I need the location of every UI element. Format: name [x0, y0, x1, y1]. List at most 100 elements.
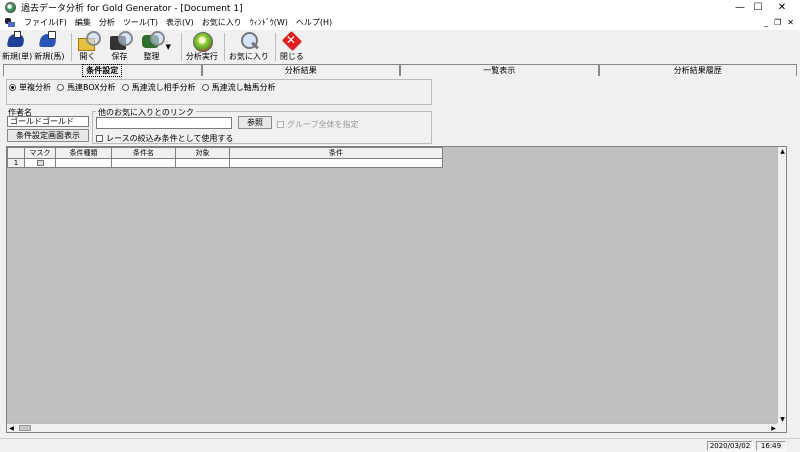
grid-header-condition-type[interactable]: 条件種類	[55, 147, 112, 159]
radio-quinella-partner-label: 馬連流し相手分析	[131, 83, 196, 92]
new-single-button[interactable]: 新規(単)	[2, 30, 32, 64]
menu-analysis[interactable]: 分析	[95, 17, 119, 28]
mdi-restore-button[interactable]: ❐	[774, 18, 781, 27]
radio-single-place[interactable]: 単複分析	[9, 82, 51, 93]
condition-cell[interactable]	[229, 158, 443, 168]
horse-single-icon	[5, 30, 29, 50]
title-bar: 過去データ分析 for Gold Generator - [Document 1…	[0, 0, 800, 15]
run-analysis-button[interactable]: 分析実行	[186, 30, 218, 64]
radio-quinella-partner[interactable]: 馬連流し相手分析	[121, 82, 196, 93]
vertical-scrollbar[interactable]: ▲ ▼	[777, 147, 786, 424]
radio-quinella-box[interactable]: 馬連BOX分析	[57, 82, 116, 93]
radio-dot	[57, 84, 64, 91]
table-row[interactable]: 1	[7, 158, 443, 168]
toolbar-separator	[70, 33, 72, 61]
open-button[interactable]: 開く	[76, 30, 101, 64]
grid-header-target[interactable]: 対象	[175, 147, 230, 159]
menu-favorites[interactable]: お気に入り	[198, 17, 246, 28]
radio-quinella-axis-label: 馬連流し軸馬分析	[211, 83, 276, 92]
conditions-grid: マスク 条件種類 条件名 対象 条件 1	[7, 147, 443, 168]
save-button[interactable]: 保存	[108, 30, 133, 64]
menu-tools[interactable]: ツール(T)	[119, 17, 162, 28]
use-as-filter-label: レースの絞込み条件として使用する	[106, 134, 234, 143]
menu-bar: ファイル(F) 編集 分析 ツール(T) 表示(V) お気に入り ｳｨﾝﾄﾞｳ(…	[0, 15, 800, 30]
favorites-button[interactable]: お気に入り	[229, 30, 269, 64]
organize-icon	[140, 30, 165, 50]
close-icon	[280, 30, 304, 50]
grid-corner-header	[7, 147, 25, 159]
grid-header-mask[interactable]: マスク	[24, 147, 56, 159]
mdi-minimize-button[interactable]: _	[764, 18, 768, 27]
tab-results-label: 分析結果	[284, 66, 317, 75]
tab-conditions-label: 条件設定	[82, 64, 123, 77]
close-document-button[interactable]: 閉じる	[280, 30, 304, 64]
mdi-close-button[interactable]: ✕	[787, 18, 794, 27]
tab-list-label: 一覧表示	[483, 66, 516, 75]
horizontal-scrollbar[interactable]: ◀ ▶	[7, 423, 778, 432]
mask-cell[interactable]	[24, 158, 56, 168]
link-input[interactable]	[96, 117, 232, 129]
radio-quinella-axis[interactable]: 馬連流し軸馬分析	[201, 82, 276, 93]
status-date: 2020/03/02	[707, 441, 753, 451]
tab-conditions[interactable]: 条件設定	[3, 64, 202, 77]
horse-icon	[37, 30, 61, 50]
save-icon	[108, 30, 133, 50]
menu-window[interactable]: ｳｨﾝﾄﾞｳ(W)	[246, 17, 292, 28]
use-as-filter-checkbox[interactable]: レースの絞込み条件として使用する	[96, 133, 233, 144]
mask-checkbox[interactable]	[36, 160, 44, 166]
status-time: 16:49	[756, 441, 786, 451]
new-horse-label: 新規(馬)	[34, 52, 65, 61]
tab-history[interactable]: 分析結果履歴	[598, 64, 797, 76]
toolbar: 新規(単) 新規(馬) 開く 保存 整理 ▼ 分析実行 お気に入り 閉じる	[0, 30, 800, 64]
grid-header-condition-name[interactable]: 条件名	[111, 147, 176, 159]
close-window-button[interactable]: ✕	[764, 0, 800, 15]
group-all-checkbox[interactable]: グループ全体を指定	[277, 119, 359, 130]
tab-list[interactable]: 一覧表示	[400, 64, 599, 76]
target-cell[interactable]	[175, 158, 230, 168]
checkbox-box	[96, 135, 103, 142]
scroll-left-arrow[interactable]: ◀	[7, 424, 16, 433]
organize-label: 整理	[143, 52, 160, 61]
menu-view[interactable]: 表示(V)	[162, 17, 198, 28]
close-document-label: 閉じる	[279, 52, 304, 61]
row-number: 1	[7, 158, 25, 168]
condition-name-cell[interactable]	[111, 158, 176, 168]
save-label: 保存	[111, 52, 128, 61]
grid-header-condition[interactable]: 条件	[229, 147, 443, 159]
horizontal-scroll-thumb[interactable]	[19, 425, 31, 431]
scrollbar-corner	[777, 423, 786, 432]
author-input[interactable]: ゴールドゴールド	[7, 116, 89, 127]
menu-edit[interactable]: 編集	[71, 17, 95, 28]
organize-dropdown-arrow[interactable]: ▼	[166, 43, 171, 51]
favorites-label: お気に入り	[228, 52, 269, 61]
condition-type-cell[interactable]	[55, 158, 112, 168]
main-tabs: 条件設定 分析結果 一覧表示 分析結果履歴	[3, 64, 797, 77]
mdi-controls: _ ❐ ✕	[764, 15, 794, 30]
run-analysis-label: 分析実行	[185, 52, 218, 61]
menu-file[interactable]: ファイル(F)	[20, 17, 71, 28]
radio-quinella-box-label: 馬連BOX分析	[67, 83, 116, 92]
open-folder-icon	[76, 30, 101, 51]
radio-single-place-label: 単複分析	[19, 83, 51, 92]
scroll-up-arrow[interactable]: ▲	[778, 147, 787, 156]
window-title: 過去データ分析 for Gold Generator - [Document 1…	[21, 4, 243, 14]
toolbar-separator	[274, 33, 276, 61]
status-bar: 2020/03/02 16:49	[0, 438, 800, 452]
conditions-grid-area: マスク 条件種類 条件名 対象 条件 1 ▲ ▼ ◀ ▶	[6, 146, 787, 433]
tab-results[interactable]: 分析結果	[201, 64, 400, 76]
group-all-label: グループ全体を指定	[287, 120, 359, 129]
browse-button[interactable]: 参照	[238, 116, 272, 129]
toolbar-separator	[180, 33, 182, 61]
grid-header-row: マスク 条件種類 条件名 対象 条件	[7, 147, 443, 159]
radio-dot	[201, 84, 209, 91]
tab-history-label: 分析結果履歴	[673, 66, 722, 75]
checkbox-box	[277, 121, 284, 128]
run-analysis-icon	[190, 30, 214, 52]
organize-button[interactable]: 整理	[140, 30, 165, 64]
show-conditions-button[interactable]: 条件設定画面表示	[7, 129, 89, 142]
radio-dot	[121, 84, 129, 91]
new-horse-button[interactable]: 新規(馬)	[34, 30, 65, 64]
analysis-type-options: 単複分析 馬連BOX分析 馬連流し相手分析 馬連流し軸馬分析	[9, 82, 276, 93]
menu-help[interactable]: ヘルプ(H)	[292, 17, 336, 28]
document-icon[interactable]	[4, 17, 16, 28]
